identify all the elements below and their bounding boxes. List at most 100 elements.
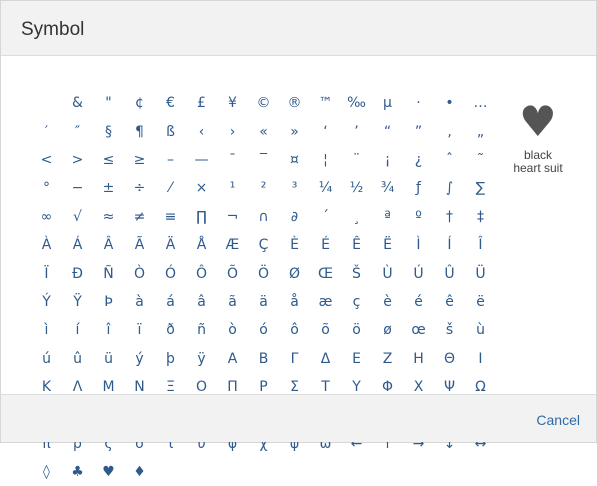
symbol-cell[interactable]: þ: [155, 345, 186, 373]
symbol-cell[interactable]: ≈: [93, 203, 124, 231]
symbol-cell[interactable]: à: [124, 288, 155, 316]
symbol-cell[interactable]: ∞: [31, 203, 62, 231]
symbol-cell[interactable]: È: [279, 231, 310, 259]
symbol-cell[interactable]: «: [248, 117, 279, 145]
symbol-cell[interactable]: ñ: [186, 316, 217, 344]
symbol-cell[interactable]: ∂: [279, 203, 310, 231]
symbol-cell[interactable]: ‘: [310, 117, 341, 145]
symbol-cell[interactable]: Â: [93, 231, 124, 259]
symbol-cell[interactable]: ›: [217, 117, 248, 145]
symbol-cell[interactable]: ì: [31, 316, 62, 344]
symbol-cell[interactable]: æ: [310, 288, 341, 316]
symbol-cell[interactable]: ∩: [248, 203, 279, 231]
symbol-cell[interactable]: ¥: [217, 89, 248, 117]
symbol-cell[interactable]: ≡: [155, 203, 186, 231]
symbol-cell[interactable]: •: [434, 89, 465, 117]
symbol-cell[interactable]: Á: [62, 231, 93, 259]
symbol-cell[interactable]: Ï: [31, 259, 62, 287]
symbol-cell[interactable]: Ð: [62, 259, 93, 287]
symbol-cell[interactable]: ù: [465, 316, 496, 344]
symbol-cell[interactable]: Α: [217, 345, 248, 373]
symbol-cell[interactable]: Ÿ: [62, 288, 93, 316]
symbol-cell[interactable]: ⁄: [155, 174, 186, 202]
symbol-cell[interactable]: Ι: [465, 345, 496, 373]
symbol-cell[interactable]: Ö: [248, 259, 279, 287]
symbol-cell[interactable]: ™: [310, 89, 341, 117]
symbol-cell[interactable]: ≤: [93, 146, 124, 174]
symbol-cell[interactable]: é: [403, 288, 434, 316]
symbol-cell[interactable]: õ: [310, 316, 341, 344]
symbol-cell[interactable]: —: [186, 146, 217, 174]
symbol-cell[interactable]: É: [310, 231, 341, 259]
symbol-cell[interactable]: ¢: [124, 89, 155, 117]
symbol-cell[interactable]: Ë: [372, 231, 403, 259]
symbol-cell[interactable]: ¸: [341, 203, 372, 231]
symbol-cell[interactable]: Δ: [310, 345, 341, 373]
symbol-cell[interactable]: >: [62, 146, 93, 174]
symbol-cell[interactable]: Õ: [217, 259, 248, 287]
symbol-cell[interactable]: ¶: [124, 117, 155, 145]
symbol-cell[interactable]: ′: [31, 117, 62, 145]
symbol-cell[interactable]: Š: [341, 259, 372, 287]
symbol-cell[interactable]: „: [465, 117, 496, 145]
symbol-cell[interactable]: š: [434, 316, 465, 344]
symbol-cell[interactable]: ü: [93, 345, 124, 373]
symbol-cell[interactable]: ¹: [217, 174, 248, 202]
symbol-cell[interactable]: œ: [403, 316, 434, 344]
symbol-cell[interactable]: √: [62, 203, 93, 231]
symbol-cell[interactable]: Ε: [341, 345, 372, 373]
symbol-cell[interactable]: £: [186, 89, 217, 117]
symbol-cell[interactable]: ¨: [341, 146, 372, 174]
symbol-cell[interactable]: Ê: [341, 231, 372, 259]
symbol-cell[interactable]: ä: [248, 288, 279, 316]
symbol-cell[interactable]: <: [31, 146, 62, 174]
symbol-cell[interactable]: &: [62, 89, 93, 117]
symbol-cell[interactable]: ó: [248, 316, 279, 344]
symbol-cell[interactable]: ‰: [341, 89, 372, 117]
symbol-cell[interactable]: §: [93, 117, 124, 145]
symbol-cell[interactable]: á: [155, 288, 186, 316]
symbol-cell[interactable]: …: [465, 89, 496, 117]
symbol-cell[interactable]: ˜: [465, 146, 496, 174]
symbol-cell[interactable]: ²: [248, 174, 279, 202]
symbol-cell[interactable]: ÿ: [186, 345, 217, 373]
symbol-cell[interactable]: ‾: [248, 146, 279, 174]
symbol-cell[interactable]: ø: [372, 316, 403, 344]
symbol-cell[interactable]: Å: [186, 231, 217, 259]
symbol-cell[interactable]: Ü: [465, 259, 496, 287]
symbol-cell[interactable]: ª: [372, 203, 403, 231]
symbol-cell[interactable]: ”: [403, 117, 434, 145]
symbol-cell[interactable]: ï: [124, 316, 155, 344]
symbol-cell[interactable]: ö: [341, 316, 372, 344]
symbol-cell[interactable]: ¿: [403, 146, 434, 174]
symbol-cell[interactable]: Ô: [186, 259, 217, 287]
symbol-cell[interactable]: ≥: [124, 146, 155, 174]
symbol-cell[interactable]: Β: [248, 345, 279, 373]
symbol-cell[interactable]: ¼: [310, 174, 341, 202]
symbol-cell[interactable]: ♣: [62, 458, 93, 486]
symbol-cell[interactable]: Ñ: [93, 259, 124, 287]
symbol-cell[interactable]: ♦: [124, 458, 155, 486]
symbol-cell[interactable]: ß: [155, 117, 186, 145]
symbol-cell[interactable]: ˆ: [434, 146, 465, 174]
symbol-cell[interactable]: Ã: [124, 231, 155, 259]
symbol-cell[interactable]: ¤: [279, 146, 310, 174]
symbol-cell[interactable]: ’: [341, 117, 372, 145]
symbol-cell[interactable]: †: [434, 203, 465, 231]
symbol-cell[interactable]: î: [93, 316, 124, 344]
symbol-cell[interactable]: µ: [372, 89, 403, 117]
symbol-cell[interactable]: Æ: [217, 231, 248, 259]
symbol-cell[interactable]: ƒ: [403, 174, 434, 202]
symbol-cell[interactable]: ê: [434, 288, 465, 316]
symbol-cell[interactable]: Ä: [155, 231, 186, 259]
symbol-cell[interactable]: ý: [124, 345, 155, 373]
symbol-cell[interactable]: í: [62, 316, 93, 344]
symbol-cell[interactable]: ç: [341, 288, 372, 316]
symbol-cell[interactable]: å: [279, 288, 310, 316]
symbol-cell[interactable]: ≠: [124, 203, 155, 231]
symbol-cell[interactable]: Î: [465, 231, 496, 259]
symbol-cell[interactable]: Ì: [403, 231, 434, 259]
symbol-cell[interactable]: −: [62, 174, 93, 202]
symbol-cell[interactable]: ³: [279, 174, 310, 202]
symbol-cell[interactable]: Γ: [279, 345, 310, 373]
